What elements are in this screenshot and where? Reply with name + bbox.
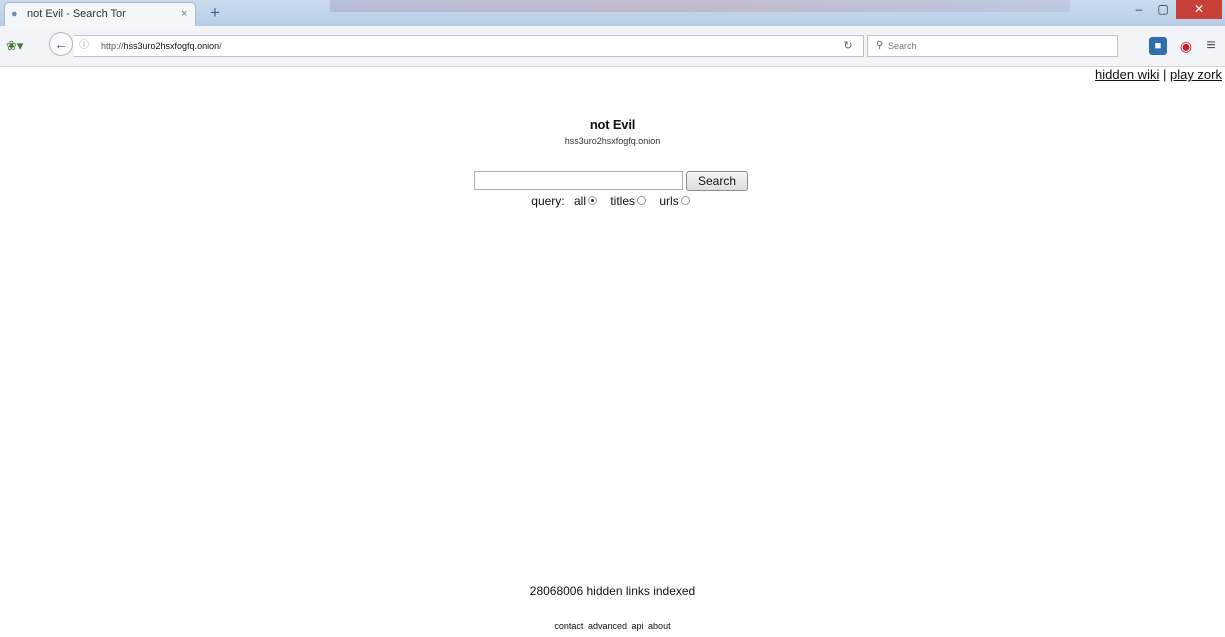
title-bar-glow	[330, 0, 1070, 12]
browser-search-input[interactable]	[888, 37, 1110, 55]
filter-urls-radio[interactable]	[680, 196, 690, 206]
browser-search-box[interactable]: ⚲	[867, 35, 1118, 57]
filter-all-radio[interactable]	[588, 196, 597, 206]
page-favicon-icon: ●	[11, 8, 18, 20]
url-suffix: /	[219, 41, 222, 51]
address-bar[interactable]: ⓘ http://hss3uro2hsxfogfq.onion/ ↻	[74, 35, 864, 57]
back-button[interactable]: ←	[49, 32, 73, 56]
search-icon: ⚲	[876, 40, 884, 51]
browser-tab[interactable]: ● not Evil - Search Tor ×	[4, 2, 196, 26]
browser-toolbar: ❀▾ ← ⓘ http://hss3uro2hsxfogfq.onion/ ↻ …	[0, 26, 1225, 67]
new-tab-button[interactable]: +	[204, 3, 226, 23]
site-onion-address: hss3uro2hsxfogfq.onion	[564, 136, 661, 146]
filter-titles-radio[interactable]	[637, 196, 647, 206]
search-button[interactable]: Search	[686, 171, 748, 191]
query-filters: query: all titles urls	[0, 194, 1225, 208]
filter-titles-label: titles	[610, 194, 636, 208]
top-links: hidden wiki | play zork	[1095, 67, 1222, 82]
footer-links: contact advanced api about	[0, 621, 1225, 631]
top-links-separator: |	[1159, 67, 1170, 82]
tab-title: not Evil - Search Tor	[27, 8, 126, 20]
query-label: query:	[531, 194, 565, 208]
api-link[interactable]: api	[632, 621, 644, 631]
search-form: Search	[474, 171, 754, 193]
minimize-button[interactable]: –	[1127, 0, 1151, 19]
bug-icon[interactable]: ❀▾	[6, 36, 40, 56]
advanced-link[interactable]: advanced	[588, 621, 627, 631]
url-host: hss3uro2hsxfogfq.onion	[123, 41, 220, 51]
hamburger-menu-icon[interactable]: ≡	[1201, 36, 1221, 56]
close-window-button[interactable]: ✕	[1176, 0, 1222, 19]
tab-close-icon[interactable]: ×	[181, 3, 187, 25]
browser-title-bar: ● not Evil - Search Tor × + – ▢ ✕	[0, 0, 1225, 26]
site-title: not Evil	[589, 117, 636, 132]
filter-all-label: all	[573, 194, 586, 208]
search-input[interactable]	[474, 171, 683, 190]
reload-icon[interactable]: ↻	[840, 38, 856, 54]
url-text[interactable]: http://hss3uro2hsxfogfq.onion/	[101, 36, 222, 56]
contact-link[interactable]: contact	[554, 621, 583, 631]
play-zork-link[interactable]: play zork	[1170, 67, 1222, 82]
maximize-button[interactable]: ▢	[1151, 0, 1175, 19]
pocket-icon[interactable]: ■	[1149, 37, 1167, 55]
info-icon[interactable]: ⓘ	[79, 39, 91, 53]
filter-urls-label: urls	[659, 194, 679, 208]
about-link[interactable]: about	[648, 621, 671, 631]
ublock-icon[interactable]: ◉	[1176, 36, 1196, 56]
hidden-wiki-link[interactable]: hidden wiki	[1095, 67, 1159, 82]
url-prefix: http://	[101, 41, 124, 51]
indexed-count: 28068006 hidden links indexed	[529, 584, 696, 598]
